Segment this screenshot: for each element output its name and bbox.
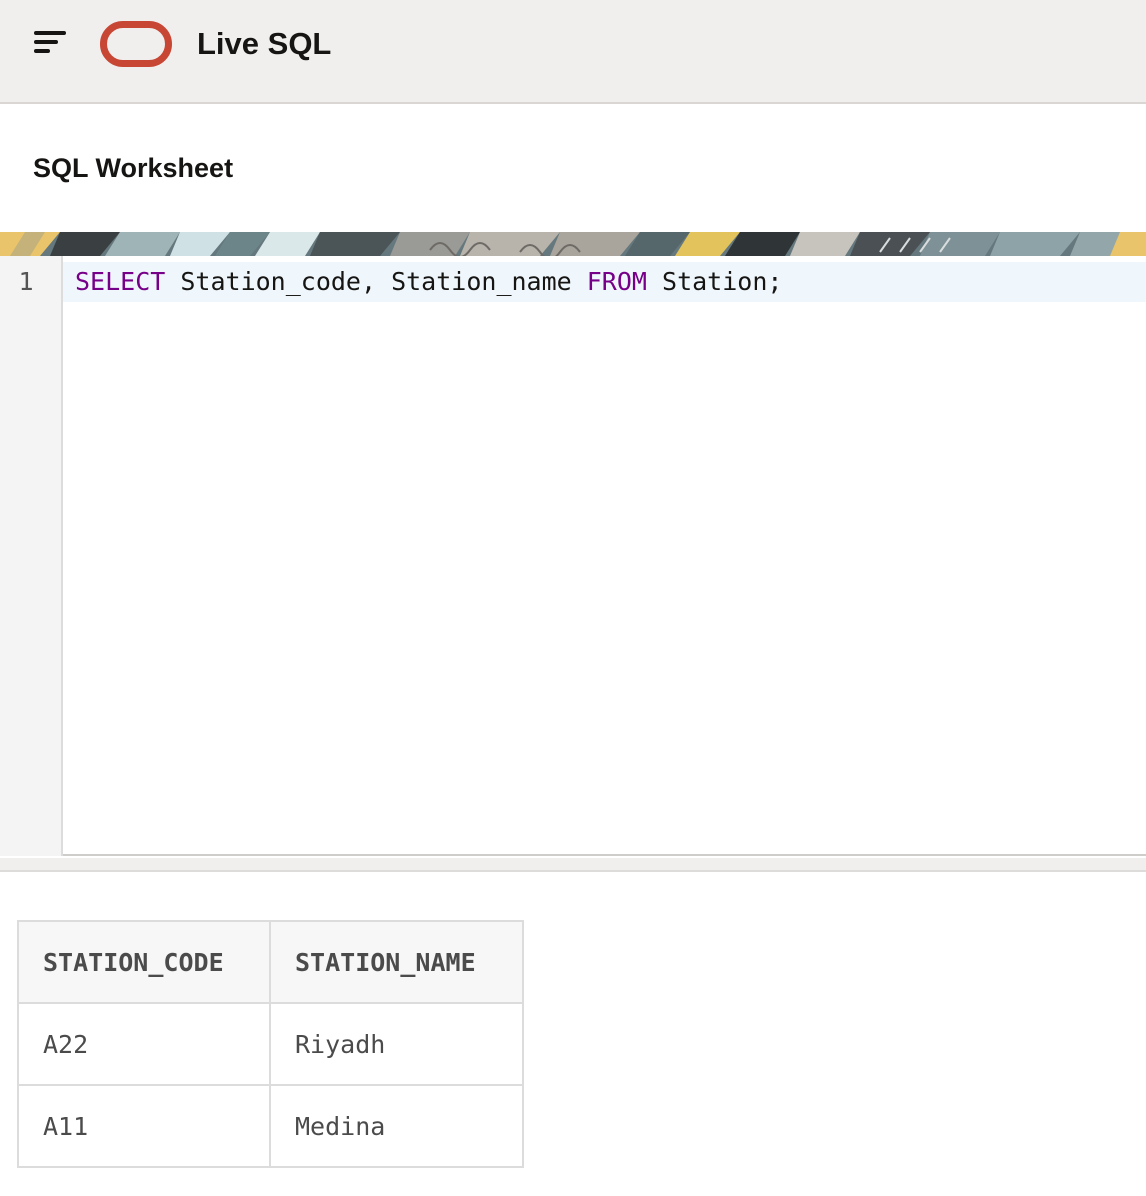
table-cell: A22 bbox=[17, 1002, 271, 1086]
table-cell: A11 bbox=[17, 1084, 271, 1168]
decorative-pattern-band bbox=[0, 232, 1146, 256]
table-cell: Medina bbox=[269, 1084, 524, 1168]
results-table: STATION_CODE STATION_NAME A22 Riyadh A11… bbox=[17, 920, 524, 1168]
app-header: Live SQL bbox=[0, 0, 1146, 104]
table-header-row: STATION_CODE STATION_NAME bbox=[17, 920, 524, 1004]
table-row: A22 Riyadh bbox=[17, 1002, 524, 1086]
code-line[interactable]: SELECT Station_code, Station_name FROM S… bbox=[75, 264, 782, 300]
line-number: 1 bbox=[18, 267, 34, 296]
code-columns: Station_code, Station_name bbox=[165, 267, 587, 296]
line-number-gutter: 1 bbox=[0, 256, 63, 856]
pattern-graphic bbox=[0, 232, 1146, 256]
column-header-station-code[interactable]: STATION_CODE bbox=[17, 920, 271, 1004]
keyword-select: SELECT bbox=[75, 267, 166, 296]
code-table: Station; bbox=[646, 267, 783, 296]
hamburger-menu-icon[interactable] bbox=[26, 22, 74, 66]
editor-results-splitter[interactable] bbox=[0, 858, 1146, 872]
table-row: A11 Medina bbox=[17, 1084, 524, 1168]
page-title: SQL Worksheet bbox=[33, 153, 234, 183]
app-title: Live SQL bbox=[197, 26, 332, 61]
table-cell: Riyadh bbox=[269, 1002, 524, 1086]
column-header-station-name[interactable]: STATION_NAME bbox=[269, 920, 524, 1004]
keyword-from: FROM bbox=[586, 267, 647, 296]
sql-editor[interactable]: 1 SELECT Station_code, Station_name FROM… bbox=[0, 256, 1146, 856]
oracle-logo-icon[interactable] bbox=[100, 21, 172, 67]
